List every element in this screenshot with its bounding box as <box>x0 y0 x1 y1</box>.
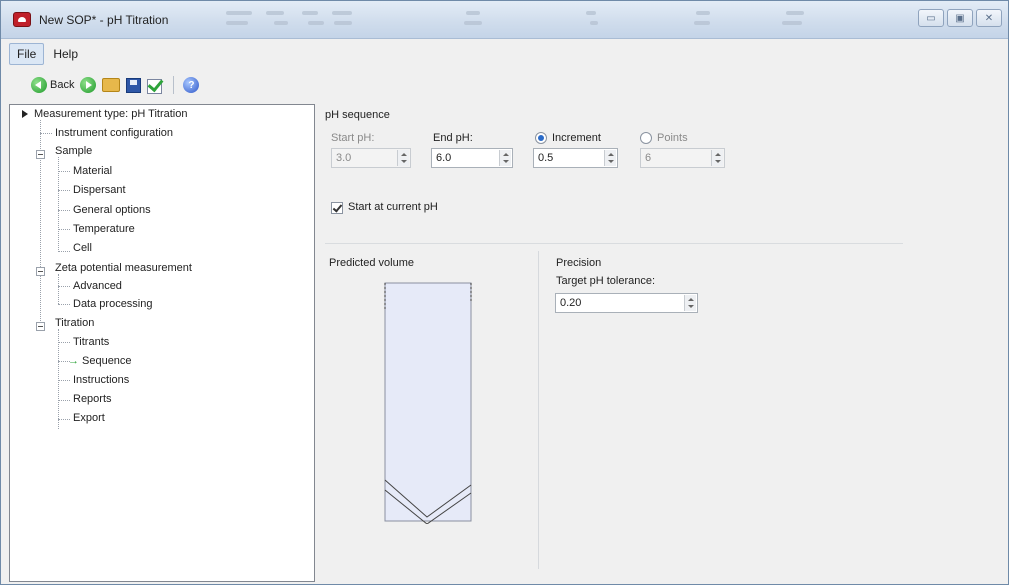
tree-connector <box>58 210 70 211</box>
tree-item-data-processing[interactable]: Data processing <box>73 298 153 310</box>
tree-item-export[interactable]: Export <box>73 412 105 424</box>
increment-value: 0.5 <box>538 152 554 164</box>
tree-connector <box>58 400 70 401</box>
precision-heading: Precision <box>556 257 602 269</box>
menu-file[interactable]: File <box>9 43 45 65</box>
end-ph-value: 6.0 <box>436 152 452 164</box>
points-label: Points <box>657 132 688 144</box>
tree-connector <box>58 419 70 420</box>
tree-connector <box>58 190 70 191</box>
section-divider <box>538 251 539 569</box>
start-at-current-ph-label: Start at current pH <box>348 201 438 213</box>
tree-connector <box>58 304 70 305</box>
collapse-zeta-icon[interactable] <box>36 267 45 276</box>
help-icon: ? <box>183 77 200 93</box>
title-bar: New SOP* - pH Titration ▭ ▣ ✕ <box>1 1 1008 39</box>
menu-help[interactable]: Help <box>46 44 85 64</box>
minimize-button[interactable]: ▭ <box>918 9 944 27</box>
tree-item-titrants[interactable]: Titrants <box>73 336 109 348</box>
menu-bar: File Help <box>9 43 1002 65</box>
save-button[interactable] <box>126 74 142 96</box>
tree-item-temperature[interactable]: Temperature <box>73 223 135 235</box>
points-spinner-icon <box>711 150 723 166</box>
increment-input[interactable]: 0.5 <box>533 148 618 168</box>
caption-buttons: ▭ ▣ ✕ <box>918 9 1002 29</box>
tree-connector <box>58 380 70 381</box>
start-ph-input: 3.0 <box>331 148 411 168</box>
tree-item-material[interactable]: Material <box>73 165 112 177</box>
predicted-volume-label: Predicted volume <box>329 257 414 269</box>
restore-button[interactable]: ▣ <box>947 9 973 27</box>
forward-button[interactable] <box>80 74 97 96</box>
points-value: 6 <box>645 152 652 164</box>
open-folder-icon <box>102 78 121 92</box>
tree-connector <box>58 251 70 252</box>
app-icon <box>13 12 31 27</box>
start-ph-value: 3.0 <box>336 152 352 164</box>
tree-item-advanced[interactable]: Advanced <box>73 280 122 292</box>
tree-connector <box>58 286 70 287</box>
predicted-volume-vessel <box>383 280 473 525</box>
tree-item-measurement-type[interactable]: Measurement type: pH Titration <box>34 108 187 120</box>
save-icon <box>126 77 142 93</box>
check-button[interactable] <box>147 74 164 96</box>
tree-item-instructions[interactable]: Instructions <box>73 374 129 386</box>
start-ph-label: Start pH: <box>331 132 375 144</box>
tree-item-reports[interactable]: Reports <box>73 393 112 405</box>
target-ph-tolerance-value: 0.20 <box>560 297 582 309</box>
window-title: New SOP* - pH Titration <box>39 13 169 27</box>
help-button[interactable]: ? <box>183 74 200 96</box>
tree-item-sequence[interactable]: → Sequence <box>68 355 132 367</box>
end-ph-input[interactable]: 6.0 <box>431 148 513 168</box>
target-ph-tolerance-input[interactable]: 0.20 <box>555 293 698 313</box>
collapse-titration-icon[interactable] <box>36 322 45 331</box>
increment-spinner-icon[interactable] <box>604 150 616 166</box>
tree-connector <box>58 329 59 429</box>
tree-item-dispersant[interactable]: Dispersant <box>73 184 126 196</box>
tree-connector <box>40 133 52 134</box>
toolbar-separator <box>173 76 175 94</box>
increment-label: Increment <box>552 132 601 144</box>
current-item-arrow-icon <box>22 110 28 118</box>
end-ph-label: End pH: <box>433 132 473 144</box>
close-button[interactable]: ✕ <box>976 9 1002 27</box>
checkmark-icon <box>147 77 164 94</box>
section-separator <box>325 243 903 244</box>
tree-item-titration[interactable]: Titration <box>55 317 94 329</box>
increment-radio[interactable] <box>535 132 547 144</box>
start-ph-spinner-icon <box>397 150 409 166</box>
toolbar: Back ? <box>9 71 1002 99</box>
tree-item-cell[interactable]: Cell <box>73 242 92 254</box>
back-button[interactable]: Back <box>31 74 74 96</box>
collapse-sample-icon[interactable] <box>36 150 45 159</box>
selected-arrow-icon: → <box>68 355 79 367</box>
forward-arrow-icon <box>80 77 97 93</box>
back-button-label: Back <box>50 79 75 91</box>
title-bar-blurred-background <box>226 9 886 31</box>
tree-connector <box>58 274 59 304</box>
open-button[interactable] <box>102 74 121 96</box>
tree-item-sample[interactable]: Sample <box>55 145 92 157</box>
points-radio[interactable] <box>640 132 652 144</box>
tree-item-instrument-configuration[interactable]: Instrument configuration <box>55 127 173 139</box>
end-ph-spinner-icon[interactable] <box>499 150 511 166</box>
sequence-settings-panel: pH sequence Start pH: 3.0 End pH: 6.0 In… <box>319 104 1002 582</box>
tree-connector <box>58 229 70 230</box>
tolerance-spinner-icon[interactable] <box>684 295 696 311</box>
tree-item-zeta-potential[interactable]: Zeta potential measurement <box>55 262 192 274</box>
back-arrow-icon <box>31 77 47 93</box>
tree-connector <box>58 171 70 172</box>
tree-item-sequence-label: Sequence <box>82 355 132 367</box>
target-ph-tolerance-label: Target pH tolerance: <box>556 275 656 287</box>
application-window: New SOP* - pH Titration ▭ ▣ ✕ File Help … <box>0 0 1009 585</box>
tree-item-general-options[interactable]: General options <box>73 204 151 216</box>
start-at-current-ph-checkbox[interactable] <box>331 202 343 214</box>
tree-connector <box>58 342 70 343</box>
navigation-tree: Measurement type: pH Titration Instrumen… <box>9 104 315 582</box>
ph-sequence-heading: pH sequence <box>325 109 390 121</box>
points-input: 6 <box>640 148 725 168</box>
